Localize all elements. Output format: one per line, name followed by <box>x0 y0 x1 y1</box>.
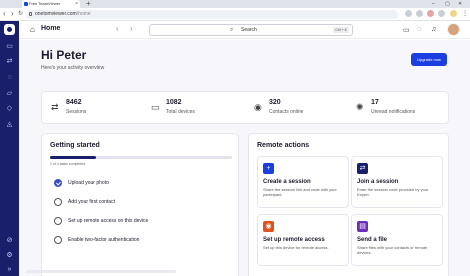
progress-fill <box>50 156 96 159</box>
download-icon[interactable] <box>438 10 445 17</box>
search-input[interactable]: ⌕ Search Ctrl + K <box>149 24 353 36</box>
task-label: Add your first contact <box>68 199 115 205</box>
avatar[interactable] <box>447 23 460 36</box>
stat-value: 1082 <box>166 99 182 106</box>
browser-tab[interactable]: Free TeamViewer × <box>22 0 80 8</box>
getting-started-card: Getting started 1 of 4 tasks completed U… <box>41 133 239 276</box>
remote-access-icon: ◉ <box>263 221 274 232</box>
upgrade-button[interactable]: Upgrade now <box>411 53 447 66</box>
create-session-tile[interactable]: + Create a session Share the session lin… <box>257 156 349 208</box>
search-shortcut: Ctrl + K <box>333 27 349 33</box>
join-session-tile[interactable]: ⇄ Join a session Enter the session code … <box>351 156 443 208</box>
app-sidebar: ▭ ⇄ ◌ ▱ ◇ ◬ ⊘ ⚙ » <box>0 21 19 276</box>
search-placeholder: Search <box>241 27 257 33</box>
stat-label: Sessions <box>66 109 87 115</box>
task-label: Upload your photo <box>68 180 109 186</box>
page-title: Home <box>41 25 61 32</box>
url-path: /home <box>76 11 91 17</box>
browser-toolbar: ‹ › ↻ onetomviewer.com/home ⋮ <box>0 8 470 21</box>
unchecked-icon[interactable] <box>54 217 62 225</box>
tab-close-icon[interactable]: × <box>75 0 78 8</box>
stat-value: 17 <box>371 99 379 106</box>
checked-icon[interactable] <box>54 179 62 187</box>
close-window-icon[interactable]: ✕ <box>458 0 462 8</box>
stat-label: Unread notifications <box>371 109 416 115</box>
devices-header-icon[interactable]: ▭ <box>403 26 410 34</box>
tag-icon[interactable]: ◇ <box>5 105 14 113</box>
status-strip <box>26 270 176 273</box>
greeting-heading: Hi Peter <box>41 48 87 62</box>
unchecked-icon[interactable] <box>54 198 62 206</box>
stat-label: Total devices <box>166 109 195 115</box>
join-session-icon: ⇄ <box>357 163 368 174</box>
url-domain: onetomviewer.com <box>35 11 77 17</box>
sessions-icon: ⇄ <box>51 102 59 112</box>
action-title: Send a file <box>357 237 388 243</box>
profile-icon[interactable] <box>427 10 434 17</box>
maximize-icon[interactable]: ▢ <box>445 0 450 8</box>
progress-bar <box>50 156 232 159</box>
computer-icon[interactable]: ▭ <box>5 43 14 51</box>
task-label: Enable two-factor authentication <box>68 237 140 243</box>
tab-title: Free TeamViewer <box>29 1 61 6</box>
stat-value: 320 <box>269 99 281 106</box>
create-session-icon: + <box>263 163 274 174</box>
account-icon[interactable] <box>450 10 457 17</box>
action-description: Share files with your contacts or remote… <box>357 245 428 255</box>
remote-access-tile[interactable]: ◉ Set up remote access Set up this devic… <box>257 214 349 266</box>
teamviewer-favicon-icon <box>24 2 28 6</box>
send-file-tile[interactable]: ▤ Send a file Share files with your cont… <box>351 214 443 266</box>
contacts-icon: ◉ <box>254 102 262 112</box>
main-content: Hi Peter Here's your activity overview U… <box>19 40 470 276</box>
stat-value: 8462 <box>66 99 82 106</box>
notifications-bell-icon[interactable]: ♫ <box>431 26 436 33</box>
back-icon[interactable]: ‹ <box>116 24 119 33</box>
forward-icon[interactable]: › <box>130 24 133 33</box>
new-tab-button[interactable]: + <box>86 0 91 8</box>
chat-header-icon[interactable]: ◌ <box>417 26 421 33</box>
greeting-subtitle: Here's your activity overview <box>41 65 105 71</box>
task-label: Set up remote access on this device <box>68 218 149 224</box>
action-title: Create a session <box>263 179 311 185</box>
remote-actions-title: Remote actions <box>257 142 310 149</box>
search-icon: ⌕ <box>230 27 234 33</box>
swap-icon[interactable]: ⇄ <box>5 58 14 66</box>
action-description: Enter the session code provided by your … <box>357 187 429 197</box>
action-title: Join a session <box>357 179 399 185</box>
browser-reload-icon[interactable]: ↻ <box>18 10 23 17</box>
address-bar[interactable]: onetomviewer.com/home <box>26 10 398 19</box>
browser-back-icon[interactable]: ‹ <box>3 9 6 18</box>
extensions-icon[interactable] <box>405 10 412 17</box>
bookmark-icon[interactable] <box>416 10 423 17</box>
stat-label: Contacts online <box>269 109 304 115</box>
send-file-icon: ▤ <box>357 221 368 232</box>
link-icon[interactable]: ⊘ <box>5 237 14 245</box>
collapse-sidebar-icon[interactable]: » <box>5 266 14 274</box>
action-description: Share the session link and code with you… <box>263 187 337 197</box>
teamviewer-logo-icon[interactable] <box>4 24 15 35</box>
stats-panel: ⇄ 8462 Sessions ▭ 1082 Total devices ◉ 3… <box>41 91 449 124</box>
progress-text: 1 of 4 tasks completed <box>50 162 86 166</box>
settings-icon[interactable]: ⚙ <box>5 252 14 260</box>
notifications-icon: ✺ <box>356 102 364 112</box>
app-header: ⌂ Home ‹ › ⌕ Search Ctrl + K ▭ ◌ ♫ <box>19 21 470 39</box>
lock-icon <box>29 12 32 16</box>
action-description: Set up this device for remote access. <box>263 245 329 250</box>
browser-forward-icon[interactable]: › <box>11 9 14 18</box>
devices-icon: ▭ <box>151 102 160 112</box>
action-title: Set up remote access <box>263 237 325 243</box>
home-icon: ⌂ <box>30 25 35 34</box>
minimize-icon[interactable]: – <box>432 0 435 8</box>
unchecked-icon[interactable] <box>54 236 62 244</box>
menu-icon[interactable]: ⋮ <box>462 10 468 17</box>
remote-actions-card: Remote actions + Create a session Share … <box>248 133 449 276</box>
browser-tabstrip: Free TeamViewer × + – ▢ ✕ <box>0 0 470 8</box>
getting-started-title: Getting started <box>50 142 100 149</box>
shield-icon[interactable]: ◬ <box>5 121 14 129</box>
folder-icon[interactable]: ▱ <box>5 90 14 98</box>
chat-icon[interactable]: ◌ <box>5 74 14 82</box>
